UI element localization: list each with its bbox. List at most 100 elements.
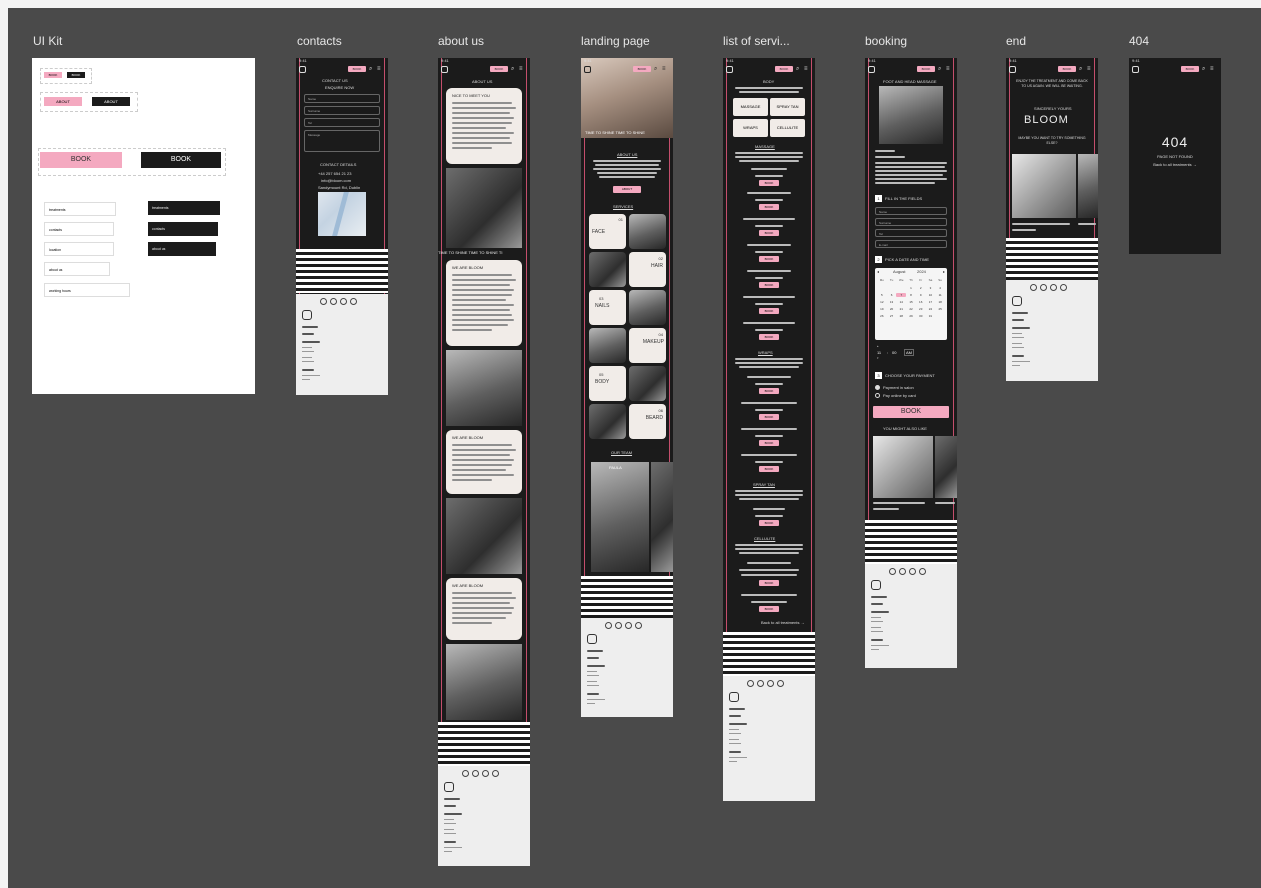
large-book-button-pink[interactable]: BOOK <box>40 152 122 168</box>
menu-item-about-us[interactable]: about us <box>44 262 110 276</box>
medium-about-button-dark[interactable]: ABOUT <box>92 97 130 106</box>
book-button[interactable]: BOOK <box>759 334 779 340</box>
contacts-frame[interactable]: 9:41 BOOK ⌕ ≡ CONTACT US ENQUIRE NOW Nam… <box>296 58 388 395</box>
category-cellulite[interactable]: CELLULITE <box>770 119 805 137</box>
large-book-button-dark[interactable]: BOOK <box>141 152 221 168</box>
social-icons[interactable] <box>889 568 926 576</box>
menu-icon[interactable]: ≡ <box>1087 66 1093 72</box>
end-suggestion-photo-2[interactable] <box>1078 154 1098 218</box>
book-button[interactable]: BOOK <box>759 440 779 446</box>
frame-label-about-us[interactable]: about us <box>438 34 484 48</box>
calendar-prev-icon[interactable]: ◂ <box>877 269 879 274</box>
search-icon[interactable]: ⌕ <box>1202 66 1208 72</box>
menu-item-treatments[interactable]: treatments <box>44 202 116 216</box>
time-picker[interactable]: ▴ 11 : 00 AM ▾ <box>875 344 919 362</box>
time-minute[interactable]: 00 <box>892 350 896 355</box>
footer-logo-icon[interactable] <box>871 580 881 590</box>
logo-icon[interactable] <box>1132 66 1139 73</box>
booking-surname-field[interactable]: Surname <box>875 218 947 226</box>
calendar-day[interactable]: 16 <box>916 300 926 304</box>
calendar-next-icon[interactable]: ▸ <box>943 269 945 274</box>
footer-logo-icon[interactable] <box>587 634 597 644</box>
search-icon[interactable]: ⌕ <box>654 66 660 72</box>
book-button[interactable]: BOOK <box>759 282 779 288</box>
payment-radio-card[interactable] <box>875 393 880 398</box>
calendar-day[interactable]: 30 <box>916 314 926 318</box>
calendar-day[interactable]: 31 <box>926 314 936 318</box>
search-icon[interactable]: ⌕ <box>1079 66 1085 72</box>
footer-logo-icon[interactable] <box>729 692 739 702</box>
book-button[interactable]: BOOK <box>759 204 779 210</box>
calendar-day[interactable]: 13 <box>887 300 897 304</box>
surname-field[interactable]: Surname <box>304 106 380 115</box>
menu-icon[interactable]: ≡ <box>946 66 952 72</box>
calendar-day[interactable]: 15 <box>906 300 916 304</box>
calendar-days[interactable]: 1 2 3 4 5 6 7 8 9 10 11 12 13 14 15 16 17 18 19 20 21 22 23 24 2… <box>877 286 945 318</box>
calendar-day[interactable]: 6 <box>887 293 897 297</box>
footer-logo-icon[interactable] <box>1012 296 1022 306</box>
footer-logo-icon[interactable] <box>302 310 312 320</box>
suggested-treatment-photo-2[interactable] <box>935 436 957 498</box>
logo-icon[interactable] <box>1009 66 1016 73</box>
frame-label-booking[interactable]: booking <box>865 34 907 48</box>
calendar-day[interactable]: 5 <box>877 293 887 297</box>
name-field[interactable]: Name <box>304 94 380 103</box>
services-frame[interactable]: 9:41 BOOK ⌕ ≡ BODY MASSAGE SPRAY TAN WRA… <box>723 58 815 801</box>
book-button[interactable]: BOOK <box>759 180 779 186</box>
time-period[interactable]: AM <box>904 349 914 356</box>
book-pill-button[interactable]: BOOK <box>633 66 651 72</box>
social-icons[interactable] <box>320 298 357 306</box>
booking-book-button[interactable]: BOOK <box>873 406 949 418</box>
social-icons[interactable] <box>747 680 784 688</box>
ui-kit-frame[interactable]: BOOK BOOK ABOUT ABOUT BOOK BOOK treatmen… <box>32 58 255 394</box>
menu-item-dark-about-us[interactable]: about us <box>148 242 216 256</box>
category-spray-tan[interactable]: SPRAY TAN <box>770 98 805 116</box>
time-hour[interactable]: 11 <box>877 350 881 355</box>
menu-icon[interactable]: ≡ <box>1210 66 1216 72</box>
booking-name-field[interactable]: Name <box>875 207 947 215</box>
tile-face[interactable]: 01 FACE <box>589 214 626 249</box>
menu-icon[interactable]: ≡ <box>519 66 525 72</box>
social-icons[interactable] <box>462 770 499 778</box>
search-icon[interactable]: ⌕ <box>796 66 802 72</box>
menu-icon[interactable]: ≡ <box>662 66 668 72</box>
tile-makeup[interactable]: 04 MAKEUP <box>629 328 666 363</box>
frame-label-end[interactable]: end <box>1006 34 1026 48</box>
calendar-day[interactable]: 4 <box>935 286 945 290</box>
small-book-button-dark[interactable]: BOOK <box>67 72 85 78</box>
menu-item-contacts[interactable]: contacts <box>44 222 114 236</box>
book-button[interactable]: BOOK <box>759 388 779 394</box>
calendar-day[interactable]: 12 <box>877 300 887 304</box>
search-icon[interactable]: ⌕ <box>511 66 517 72</box>
not-found-frame[interactable]: 9:41 BOOK ⌕ ≡ 404 PAGE NOT FOUND Back to… <box>1129 58 1221 254</box>
book-button[interactable]: BOOK <box>759 414 779 420</box>
social-icons[interactable] <box>1030 284 1067 292</box>
contact-email[interactable]: info@bloom.com <box>321 178 351 183</box>
logo-icon[interactable] <box>299 66 306 73</box>
menu-icon[interactable]: ≡ <box>377 66 383 72</box>
calendar-day[interactable]: 19 <box>877 307 887 311</box>
menu-item-working-hours[interactable]: working hours <box>44 283 130 297</box>
logo-icon[interactable] <box>726 66 733 73</box>
calendar-month[interactable]: August <box>893 269 905 274</box>
book-pill-button[interactable]: BOOK <box>1181 66 1199 72</box>
book-pill-button[interactable]: BOOK <box>917 66 935 72</box>
book-button[interactable]: BOOK <box>759 606 779 612</box>
about-us-frame[interactable]: 9:41 BOOK ⌕ ≡ ABOUT US NICE TO MEET YOU … <box>438 58 530 866</box>
book-button[interactable]: BOOK <box>759 520 779 526</box>
tel-field[interactable]: Tel <box>304 118 380 127</box>
not-found-back-link[interactable]: Back to all treatments → <box>1129 162 1221 167</box>
back-to-treatments-link[interactable]: Back to all treatments → <box>761 620 805 625</box>
calendar-day[interactable]: 7 <box>896 293 907 297</box>
tile-nails[interactable]: 03 NAILS <box>589 290 626 325</box>
calendar-day[interactable]: 23 <box>916 307 926 311</box>
calendar-day[interactable]: 18 <box>935 300 945 304</box>
calendar-day[interactable]: 22 <box>906 307 916 311</box>
contact-phone[interactable]: +44 257 654 21 23 <box>318 171 351 176</box>
calendar-day[interactable]: 10 <box>926 293 936 297</box>
logo-icon[interactable] <box>868 66 875 73</box>
book-button[interactable]: BOOK <box>759 308 779 314</box>
calendar-day[interactable]: 21 <box>896 307 906 311</box>
calendar-day[interactable]: 24 <box>926 307 936 311</box>
booking-tel-field[interactable]: Tel <box>875 229 947 237</box>
